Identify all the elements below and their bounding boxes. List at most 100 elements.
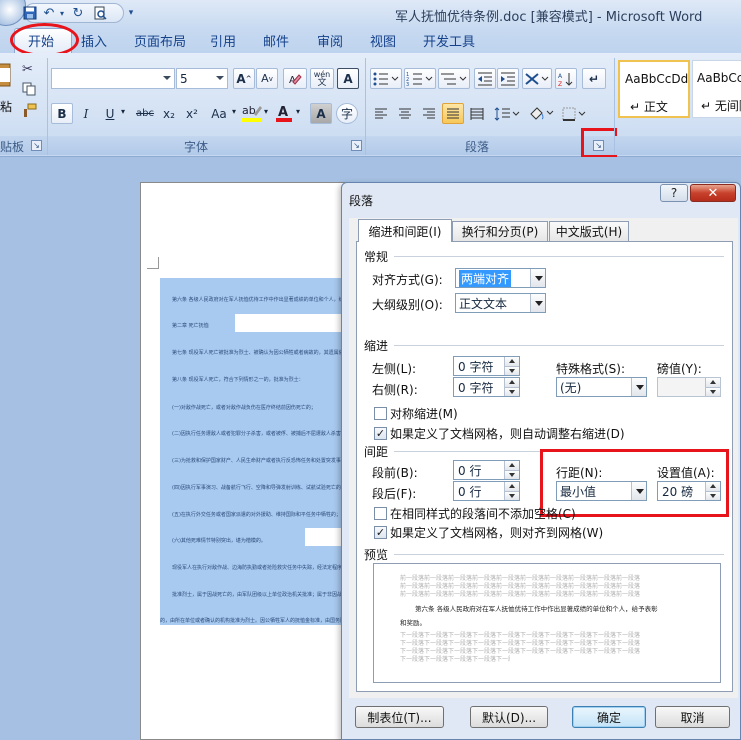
- change-case-button[interactable]: Aa: [206, 103, 232, 124]
- underline-button[interactable]: U: [99, 103, 121, 124]
- right-indent-spinner[interactable]: 0 字符: [453, 377, 520, 397]
- outline-level-select[interactable]: 正文文本: [455, 293, 546, 313]
- preview-next-line: 下一段落下一段落下一段落下一段落下一段落下一段落下一段落下一段落下一段落下一段落: [400, 656, 510, 663]
- space-before-spinner[interactable]: 0 行: [453, 460, 520, 480]
- highlight-dropdown-icon[interactable]: ▾: [264, 107, 268, 116]
- tab-references[interactable]: 引用: [210, 31, 236, 51]
- increase-indent-icon[interactable]: [497, 68, 519, 89]
- underline-dropdown-icon[interactable]: ▾: [121, 107, 125, 116]
- phonetic-guide-button[interactable]: wén 文: [310, 68, 334, 89]
- snap-to-grid-label: 如果定义了文档网格，则对齐到网格(W): [390, 526, 604, 540]
- subscript-button[interactable]: x₂: [158, 103, 180, 124]
- alignment-select[interactable]: 两端对齐: [455, 268, 546, 288]
- undo-icon[interactable]: ↶: [41, 4, 57, 22]
- tab-line-page-breaks[interactable]: 换行和分页(P): [452, 221, 548, 241]
- space-after-spinner[interactable]: 0 行: [453, 481, 520, 501]
- strikethrough-button[interactable]: abc: [133, 103, 157, 124]
- font-size-value: 5: [180, 71, 188, 86]
- character-shading-button[interactable]: A: [310, 103, 332, 124]
- italic-button[interactable]: I: [75, 103, 97, 124]
- bullets-icon[interactable]: [370, 68, 402, 89]
- svg-text:3: 3: [406, 82, 409, 86]
- alignment-label: 对齐方式(G):: [372, 273, 443, 287]
- justify-icon[interactable]: [442, 103, 464, 124]
- decrease-indent-icon[interactable]: [474, 68, 496, 89]
- tab-page-layout[interactable]: 页面布局: [134, 31, 186, 51]
- cancel-button[interactable]: 取消: [655, 706, 730, 728]
- customize-qat-icon[interactable]: ▾: [126, 4, 136, 22]
- shading-icon[interactable]: [526, 103, 556, 124]
- tab-review[interactable]: 审阅: [317, 31, 343, 51]
- paste-icon[interactable]: [0, 62, 12, 88]
- chinese-layout-icon[interactable]: [522, 68, 552, 89]
- svg-text:A: A: [278, 105, 288, 120]
- print-preview-icon[interactable]: [92, 4, 108, 22]
- borders-icon[interactable]: [560, 103, 590, 124]
- indent-by-label: 磅值(Y):: [657, 362, 702, 376]
- align-center-icon[interactable]: [394, 103, 416, 124]
- tabs-button[interactable]: 制表位(T)...: [355, 706, 444, 728]
- special-indent-select[interactable]: (无): [556, 377, 647, 397]
- highlight-icon[interactable]: ab: [240, 102, 264, 124]
- font-color-icon[interactable]: A: [274, 102, 294, 124]
- save-icon[interactable]: [22, 4, 38, 22]
- mirror-indents-label: 对称缩进(M): [390, 407, 458, 421]
- change-case-dropdown-icon[interactable]: ▾: [232, 107, 236, 116]
- bold-button[interactable]: B: [51, 103, 73, 124]
- clipboard-dialog-launcher[interactable]: ↘: [31, 140, 42, 151]
- paragraph-group-label: 段落: [465, 140, 490, 154]
- tab-mailings[interactable]: 邮件: [263, 31, 289, 51]
- tab-developer[interactable]: 开发工具: [423, 31, 475, 51]
- font-name-combo[interactable]: [51, 68, 175, 89]
- left-indent-spinner[interactable]: 0 字符: [453, 356, 520, 376]
- font-color-dropdown-icon[interactable]: ▾: [296, 107, 300, 116]
- doc-line: (二)因执行任务遭敌人或者犯罪分子杀害，或者被俘、被捕后不屈遭敌人杀害或者被折磨…: [172, 431, 347, 437]
- tab-indents-spacing[interactable]: 缩进和间距(I): [358, 219, 452, 242]
- red-highlight-launcher-box: [581, 128, 617, 158]
- doc-line: 批准烈士，属于因战死亡的，由军队团级以上单位政治机关批准；属于非因战死亡的，由军…: [172, 592, 347, 598]
- align-left-icon[interactable]: [370, 103, 392, 124]
- show-marks-icon[interactable]: ↵: [582, 68, 606, 89]
- section-divider: [394, 256, 724, 257]
- shrink-font-button[interactable]: Av: [256, 68, 278, 89]
- font-size-combo[interactable]: 5: [176, 68, 228, 89]
- character-border-button[interactable]: A: [337, 68, 359, 89]
- style-no-spacing[interactable]: AaBbCc ↵ 无间隔: [692, 60, 741, 118]
- style-no-spacing-sample: AaBbCc: [697, 71, 741, 85]
- line-spacing-icon[interactable]: [492, 103, 522, 124]
- auto-right-indent-checkbox[interactable]: ✓: [374, 427, 387, 440]
- dialog-help-button[interactable]: ?: [660, 184, 688, 202]
- tab-view[interactable]: 视图: [370, 31, 396, 51]
- mirror-indents-checkbox[interactable]: [374, 407, 387, 420]
- no-space-same-style-checkbox[interactable]: [374, 507, 387, 520]
- superscript-button[interactable]: x²: [181, 103, 203, 124]
- section-preview-title: 预览: [364, 548, 389, 562]
- format-painter-icon[interactable]: [22, 103, 37, 118]
- tab-insert[interactable]: 插入: [81, 31, 107, 51]
- snap-to-grid-checkbox[interactable]: ✓: [374, 526, 387, 539]
- style-normal-name: ↵ 正文: [630, 100, 668, 114]
- style-normal[interactable]: AaBbCcDd ↵ 正文: [618, 60, 690, 118]
- tab-asian-typography[interactable]: 中文版式(H): [549, 221, 629, 241]
- redo-icon[interactable]: ↻: [70, 4, 86, 22]
- special-indent-value: (无): [560, 380, 582, 395]
- font-dialog-launcher[interactable]: ↘: [351, 140, 362, 151]
- grow-font-button[interactable]: A ^: [233, 68, 255, 89]
- distributed-icon[interactable]: [466, 103, 488, 124]
- clear-format-icon[interactable]: A: [283, 68, 307, 89]
- sort-icon[interactable]: AZ: [555, 68, 577, 89]
- ok-button[interactable]: 确定: [572, 706, 646, 728]
- numbering-icon[interactable]: 123: [404, 68, 436, 89]
- style-normal-sample: AaBbCcDd: [625, 72, 689, 86]
- indent-by-spinner[interactable]: [657, 377, 721, 397]
- undo-dropdown-icon[interactable]: ▾: [57, 4, 67, 22]
- enclose-characters-button[interactable]: 字: [336, 103, 358, 124]
- copy-icon[interactable]: [22, 82, 36, 96]
- default-button[interactable]: 默认(D)...: [470, 706, 548, 728]
- space-before-value: 0 行: [458, 463, 482, 478]
- cut-icon[interactable]: ✂: [22, 62, 33, 77]
- preview-sample-line: 和奖励。: [400, 619, 426, 627]
- multilevel-list-icon[interactable]: [438, 68, 470, 89]
- dialog-close-button[interactable]: ✕: [690, 184, 736, 202]
- align-right-icon[interactable]: [418, 103, 440, 124]
